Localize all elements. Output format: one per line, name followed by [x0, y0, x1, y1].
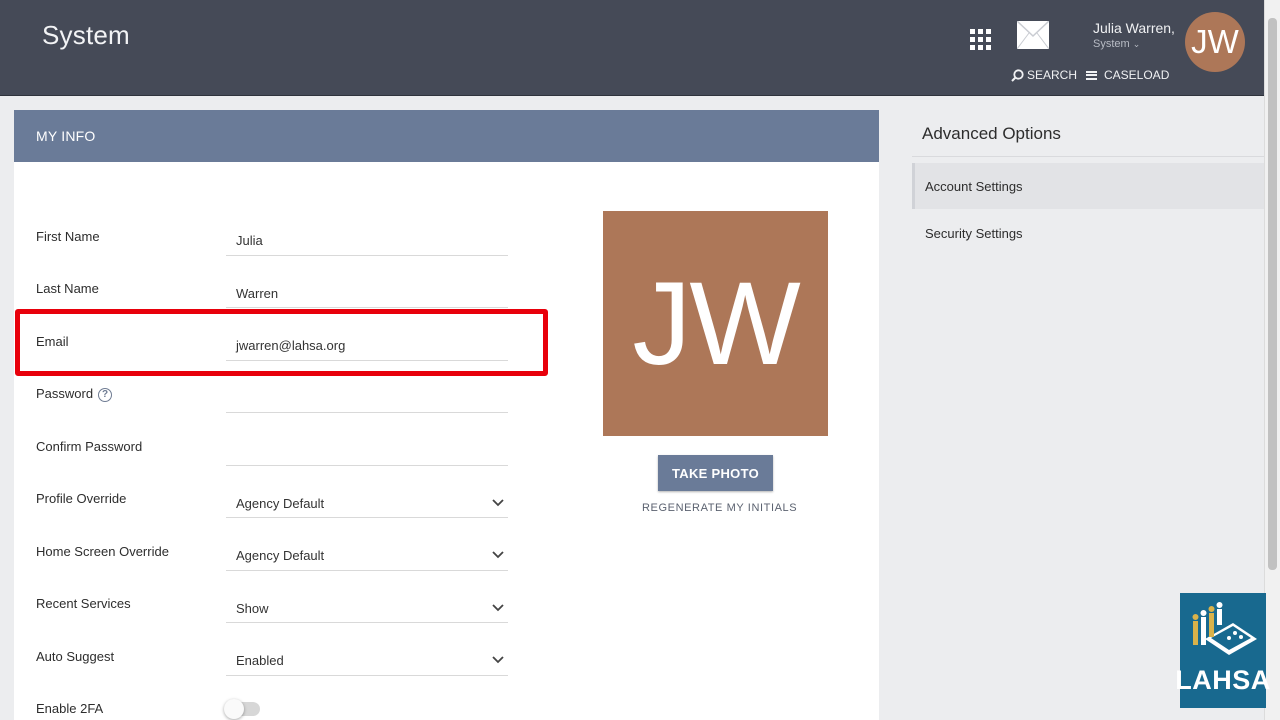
enable-2fa-toggle[interactable] [224, 699, 260, 719]
last-name-field[interactable]: Warren [236, 286, 278, 301]
chevron-down-icon[interactable] [492, 604, 504, 612]
email-underline [226, 360, 508, 361]
confirm-password-underline [226, 465, 508, 466]
enable-2fa-label: Enable 2FA [36, 701, 104, 716]
user-name: Julia Warren, [1093, 20, 1175, 36]
password-underline [226, 412, 508, 413]
vertical-scrollbar[interactable] [1264, 0, 1280, 720]
home-screen-override-select[interactable]: Agency Default [236, 548, 324, 563]
recent-services-label: Recent Services [36, 596, 131, 611]
auto-suggest-select[interactable]: Enabled [236, 653, 284, 668]
take-photo-button[interactable]: TAKE PHOTO [658, 455, 773, 491]
top-navigation-bar: System Julia Warren, System ⌄ JW SEARCH C… [0, 0, 1264, 96]
email-label: Email [36, 334, 69, 349]
sidebar-item-account-settings[interactable]: Account Settings [912, 163, 1264, 209]
help-icon[interactable]: ? [98, 387, 113, 402]
profile-photo: JW [603, 211, 828, 436]
home-screen-override-underline [226, 570, 508, 571]
apps-grid-icon[interactable] [970, 29, 992, 50]
user-role-label: System [1093, 38, 1130, 50]
recent-services-select[interactable]: Show [236, 601, 269, 616]
last-name-label: Last Name [36, 281, 99, 296]
caseload-label: CASELOAD [1104, 68, 1170, 82]
auto-suggest-label: Auto Suggest [36, 649, 115, 664]
sidebar-divider [912, 156, 1264, 157]
search-button[interactable]: SEARCH [1011, 68, 1077, 82]
logo-text: LAHSA [1175, 665, 1271, 695]
password-label-row: Password? [36, 386, 113, 402]
app-title: System [42, 20, 130, 50]
regenerate-initials-link[interactable]: REGENERATE MY INITIALS [642, 502, 797, 514]
toggle-knob [224, 699, 244, 719]
search-icon [1011, 68, 1024, 82]
chevron-down-icon[interactable] [492, 499, 504, 507]
home-screen-override-label: Home Screen Override [36, 544, 169, 559]
email-field[interactable]: jwarren@lahsa.org [236, 338, 345, 353]
menu-icon [1086, 70, 1097, 80]
chevron-down-icon[interactable] [492, 656, 504, 664]
panel-title: MY INFO [14, 110, 879, 162]
last-name-underline [226, 307, 508, 308]
sidebar-item-security-settings[interactable]: Security Settings [912, 210, 1264, 256]
scrollbar-thumb[interactable] [1268, 18, 1277, 570]
chevron-down-icon: ⌄ [1132, 39, 1141, 49]
mail-icon[interactable] [1016, 20, 1050, 50]
search-label: SEARCH [1027, 68, 1078, 82]
my-info-panel: MY INFO First Name Julia Last Name Warre… [14, 110, 879, 720]
user-role-dropdown[interactable]: System ⌄ [1093, 38, 1140, 50]
auto-suggest-underline [226, 675, 508, 676]
first-name-underline [226, 255, 508, 256]
password-label: Password [36, 386, 94, 401]
advanced-options-title: Advanced Options [922, 124, 1061, 143]
confirm-password-label: Confirm Password [36, 439, 143, 454]
recent-services-underline [226, 622, 508, 623]
profile-override-underline [226, 517, 508, 518]
lahsa-logo-icon [1192, 602, 1257, 655]
profile-override-select[interactable]: Agency Default [236, 496, 324, 511]
first-name-label: First Name [36, 229, 100, 244]
lahsa-logo: LAHSA [1175, 593, 1270, 708]
chevron-down-icon[interactable] [492, 551, 504, 559]
caseload-button[interactable]: CASELOAD [1086, 68, 1169, 82]
avatar[interactable]: JW [1185, 12, 1245, 72]
profile-override-label: Profile Override [36, 491, 127, 506]
first-name-field[interactable]: Julia [236, 233, 263, 248]
